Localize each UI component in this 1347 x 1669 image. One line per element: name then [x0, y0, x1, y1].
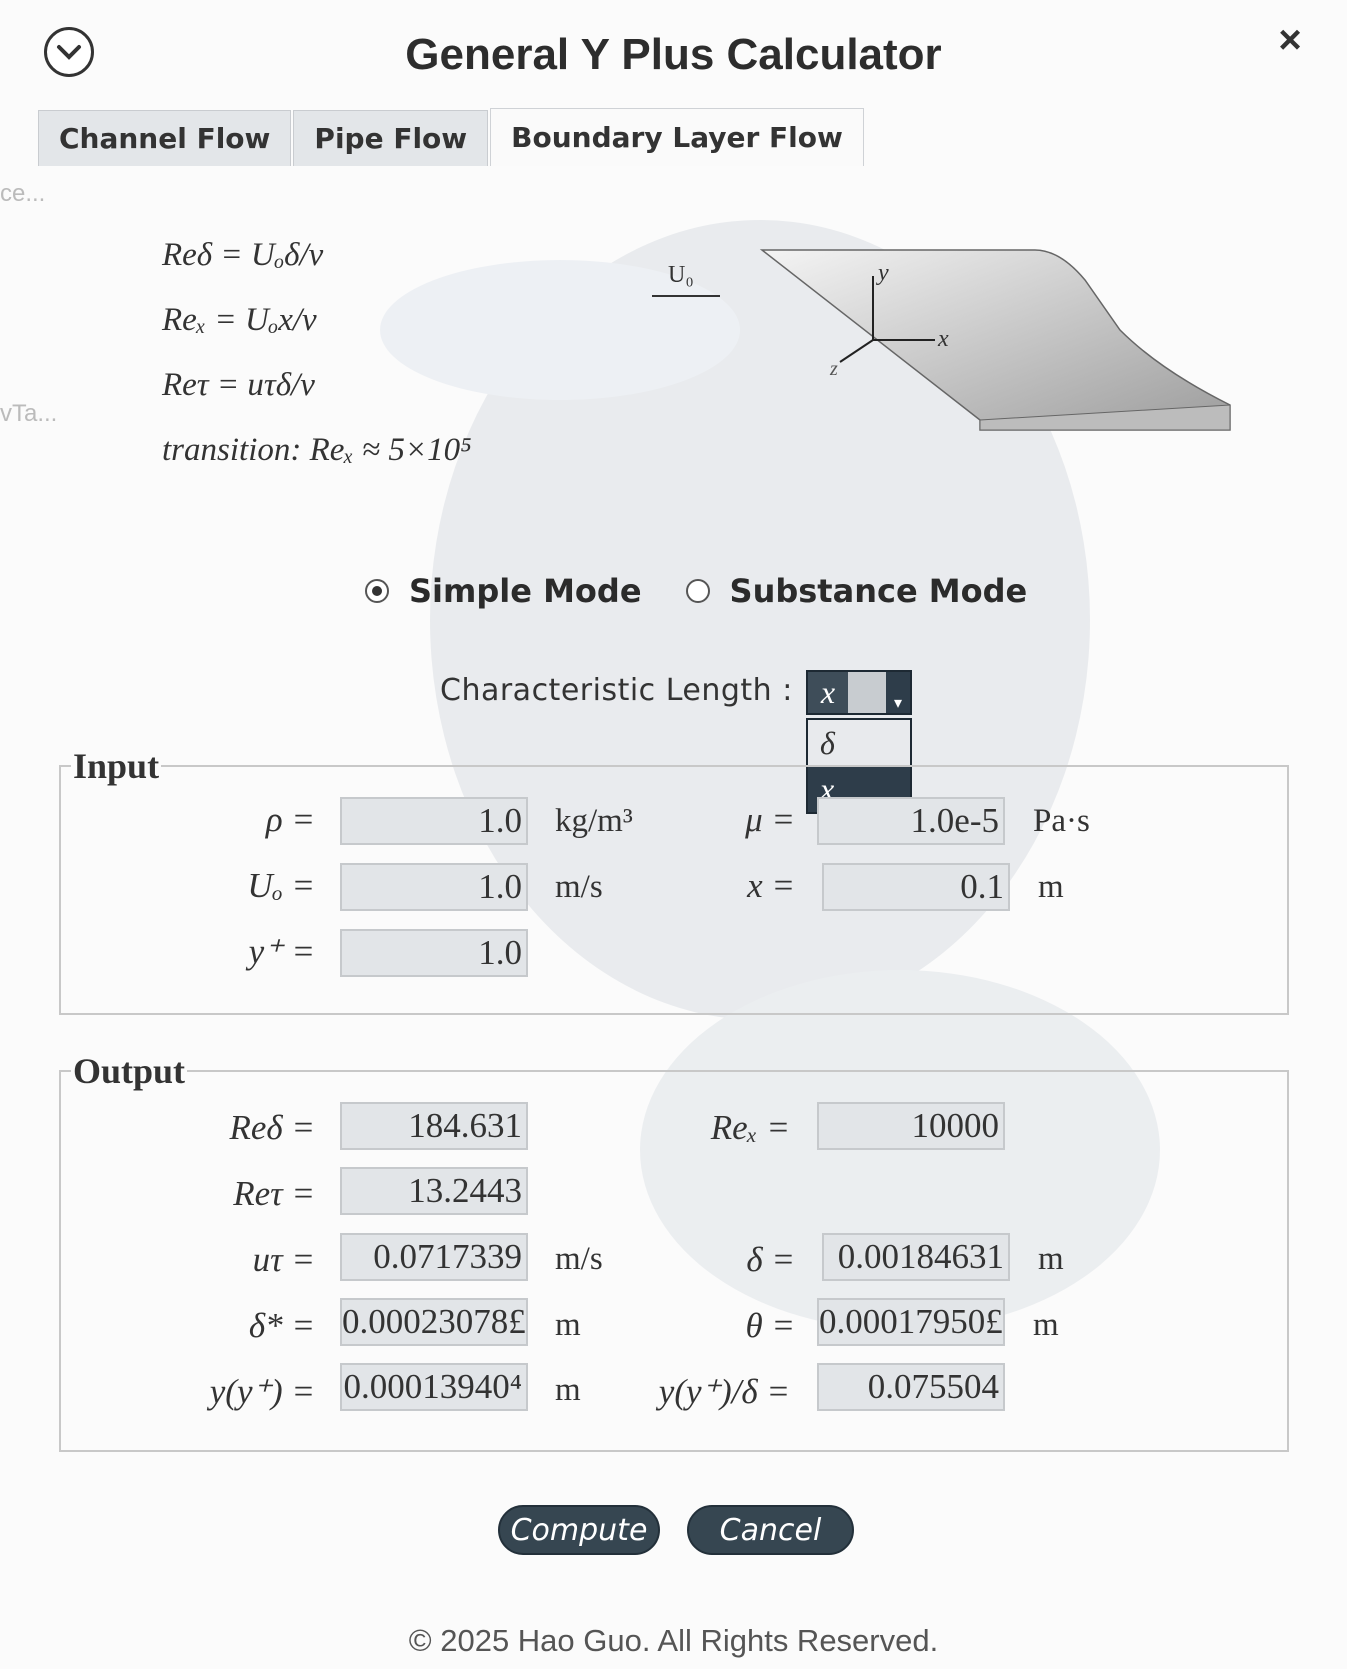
cancel-button[interactable]: Cancel — [687, 1505, 854, 1555]
delta-unit: m — [1038, 1241, 1064, 1277]
re-delta-output: 184.631 — [340, 1102, 528, 1150]
x-unit: m — [1038, 869, 1064, 905]
mode-selector: Simple Mode Substance Mode — [365, 572, 1027, 610]
delta-star-unit: m — [555, 1307, 581, 1343]
background-app-label: vTa... — [0, 400, 58, 427]
tab-boundary-layer-flow[interactable]: Boundary Layer Flow — [490, 108, 864, 166]
u-tau-output: 0.0717339 — [340, 1233, 528, 1281]
rho-label: ρ = — [265, 800, 315, 839]
re-tau-label: Reτ = — [233, 1174, 315, 1213]
theta-output: 0.00017950£ — [817, 1298, 1005, 1346]
formula-re-delta: Reδ = Uₒδ/ν — [162, 237, 324, 273]
page-title: General Y Plus Calculator — [405, 30, 942, 79]
y-yplus-label: y(y⁺) = — [209, 1372, 315, 1411]
re-tau-output: 13.2443 — [340, 1167, 528, 1215]
theta-unit: m — [1033, 1307, 1059, 1343]
rho-input[interactable]: 1.0 — [340, 797, 528, 845]
u0-label: Uₒ = — [247, 866, 315, 905]
u0-input[interactable]: 1.0 — [340, 863, 528, 911]
characteristic-length-select[interactable]: x ▾ — [806, 670, 912, 715]
delta-output: 0.00184631 — [822, 1233, 1010, 1281]
formula-re-x: Reₓ = Uₒx/ν — [162, 302, 317, 338]
theta-label: θ = — [745, 1306, 795, 1345]
close-icon[interactable]: × — [1272, 20, 1308, 60]
tab-pipe-flow[interactable]: Pipe Flow — [293, 110, 489, 166]
y-yplus-output: 0.00013940⁴ — [340, 1363, 528, 1411]
y-ratio-output: 0.075504 — [817, 1363, 1005, 1411]
delta-star-output: 0.00023078£ — [340, 1298, 528, 1346]
tab-channel-flow[interactable]: Channel Flow — [38, 110, 292, 166]
y-ratio-label: y(y⁺)/δ = — [658, 1372, 790, 1411]
flat-plate-diagram: U₀ y x z — [652, 249, 1231, 431]
mu-label: μ = — [745, 800, 795, 839]
substance-mode-label[interactable]: Substance Mode — [730, 572, 1028, 610]
mu-input[interactable]: 1.0e-5 — [817, 797, 1005, 845]
select-value: x — [808, 672, 848, 713]
u-tau-unit: m/s — [555, 1241, 603, 1277]
simple-mode-label[interactable]: Simple Mode — [409, 572, 642, 610]
select-gap — [848, 672, 886, 713]
compute-button[interactable]: Compute — [498, 1505, 660, 1555]
mu-unit: Pa·s — [1033, 803, 1090, 839]
u0-unit: m/s — [555, 869, 603, 905]
axis-x-label: x — [937, 326, 949, 352]
dropdown-arrow-icon[interactable]: ▾ — [886, 672, 910, 713]
tab-bar: Channel Flow Pipe Flow Boundary Layer Fl… — [38, 108, 866, 168]
background-app-label: ce... — [0, 180, 46, 207]
u-tau-label: uτ = — [252, 1240, 315, 1279]
yplus-input[interactable]: 1.0 — [340, 929, 528, 977]
input-legend: Input — [73, 746, 160, 786]
output-legend: Output — [73, 1051, 186, 1091]
delta-label: δ = — [746, 1240, 795, 1279]
footer-copyright: © 2025 Hao Guo. All Rights Reserved. — [408, 1623, 939, 1658]
axis-y-label: y — [876, 260, 889, 286]
re-x-output: 10000 — [817, 1102, 1005, 1150]
velocity-label: U₀ — [668, 262, 694, 288]
formula-transition: transition: Reₓ ≈ 5×10⁵ — [162, 432, 472, 468]
simple-mode-radio[interactable] — [365, 579, 389, 603]
formula-list: Reδ = Uₒδ/ν Reₓ = Uₒx/ν Reτ = uτδ/ν tran… — [162, 235, 472, 495]
re-x-label: Reₓ = — [710, 1108, 790, 1147]
y-yplus-unit: m — [555, 1372, 581, 1408]
substance-mode-radio[interactable] — [685, 579, 710, 603]
axis-z-label: z — [829, 358, 838, 380]
rho-unit: kg/m³ — [555, 803, 633, 839]
characteristic-length-label: Characteristic Length : — [440, 673, 793, 708]
yplus-label: y⁺ = — [248, 932, 315, 971]
re-delta-label: Reδ = — [229, 1108, 315, 1147]
x-label: x = — [747, 866, 795, 905]
delta-star-label: δ* = — [248, 1306, 315, 1345]
formula-re-tau: Reτ = uτδ/ν — [162, 367, 315, 403]
x-input[interactable]: 0.1 — [822, 863, 1010, 911]
